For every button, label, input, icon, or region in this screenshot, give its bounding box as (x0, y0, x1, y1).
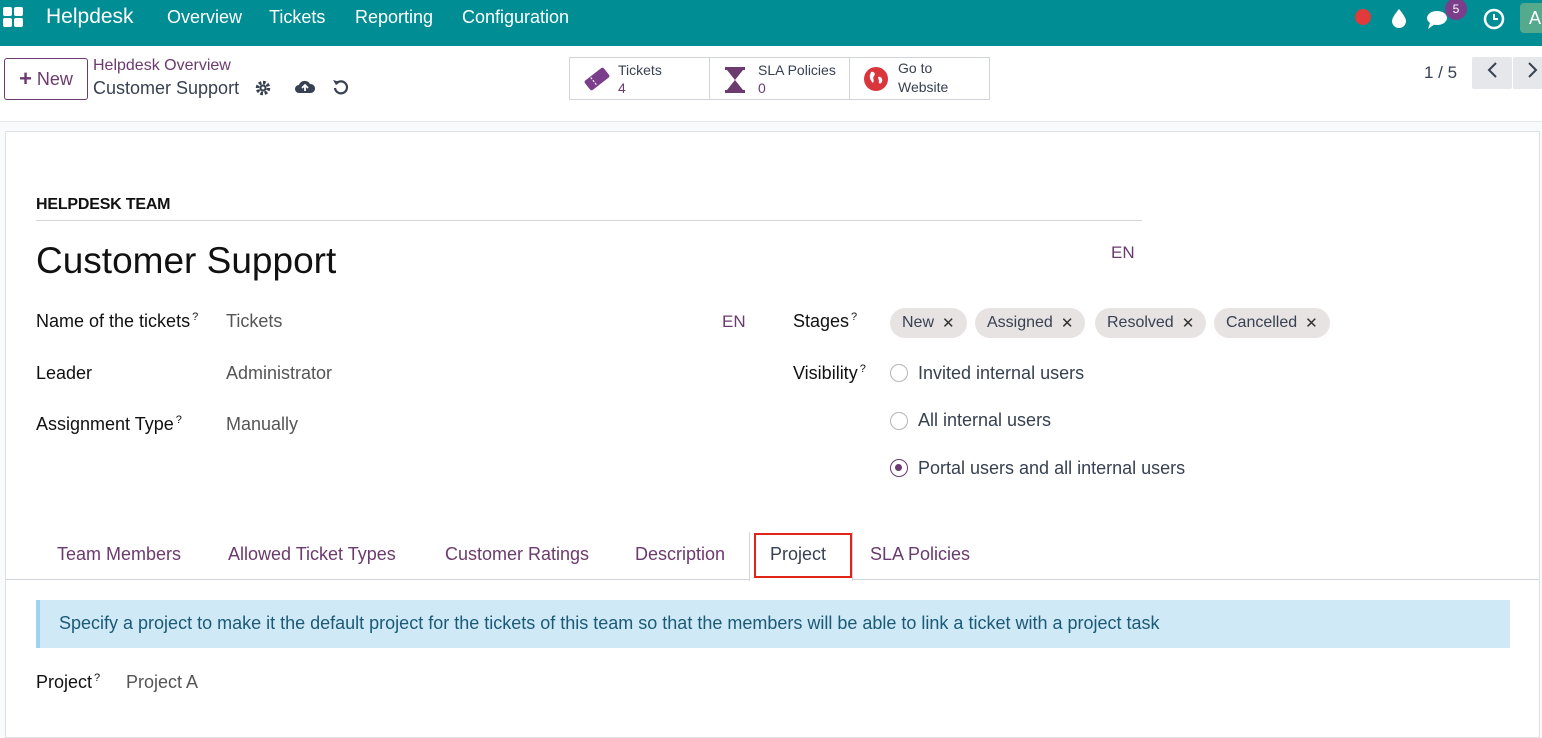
chevron-right-icon (1527, 61, 1539, 85)
smart-button-sla-label: SLA Policies (758, 62, 836, 78)
team-name-field[interactable]: Customer Support (36, 240, 336, 282)
help-tooltip-icon[interactable]: ? (851, 311, 857, 323)
drop-icon[interactable] (1390, 8, 1408, 32)
tab-team-members[interactable]: Team Members (57, 544, 181, 565)
gear-icon[interactable] (254, 79, 272, 102)
smart-button-tickets[interactable]: Tickets 4 (569, 57, 710, 100)
smart-button-tickets-count: 4 (618, 80, 626, 96)
chat-count-badge: 5 (1445, 0, 1467, 20)
new-button-label: New (36, 68, 73, 89)
save-cloud-icon[interactable] (294, 78, 316, 101)
new-button[interactable]: + New (4, 58, 88, 100)
help-tooltip-icon[interactable]: ? (860, 363, 866, 375)
control-panel: + New Helpdesk Overview Customer Support… (0, 46, 1542, 122)
ticket-icon (583, 66, 611, 97)
form-sheet: HELPDESK TEAM Customer Support EN Name o… (5, 131, 1540, 738)
smart-button-sla-policies[interactable]: SLA Policies 0 (709, 57, 850, 100)
notebook-tabs: Team Members Allowed Ticket Types Custom… (6, 532, 1539, 581)
top-navbar: Helpdesk Overview Tickets Reporting Conf… (0, 0, 1542, 46)
smart-button-tickets-label: Tickets (618, 62, 662, 78)
smart-button-website-line1: Go to (898, 60, 933, 76)
pager-value[interactable]: 1 / 5 (1424, 63, 1457, 83)
menu-tickets[interactable]: Tickets (269, 7, 325, 28)
section-label-helpdesk-team: HELPDESK TEAM (36, 196, 171, 213)
record-indicator-icon[interactable] (1355, 9, 1371, 25)
smart-button-sla-count: 0 (758, 80, 766, 96)
assignment-type-label: Assignment Type? (36, 414, 182, 434)
remove-tag-icon[interactable]: ✕ (942, 314, 955, 332)
help-tooltip-icon[interactable]: ? (94, 672, 100, 684)
help-tooltip-icon[interactable]: ? (176, 414, 182, 426)
stage-tag-cancelled: Cancelled ✕ (1214, 308, 1330, 338)
visibility-radio-portal[interactable] (890, 459, 908, 477)
smart-button-website-line2: Website (898, 79, 949, 95)
visibility-label: Visibility? (793, 363, 866, 383)
menu-overview[interactable]: Overview (167, 7, 242, 28)
title-language-button[interactable]: EN (1111, 243, 1135, 263)
stages-label: Stages? (793, 311, 858, 331)
tab-description[interactable]: Description (635, 544, 725, 565)
pager-previous-button[interactable] (1472, 57, 1512, 89)
remove-tag-icon[interactable]: ✕ (1305, 314, 1318, 332)
stage-tag-assigned: Assigned ✕ (975, 308, 1086, 338)
breadcrumb-parent[interactable]: Helpdesk Overview (93, 57, 231, 75)
menu-reporting[interactable]: Reporting (355, 7, 433, 28)
project-field[interactable]: Project A (126, 672, 198, 693)
breadcrumb-current: Customer Support (93, 78, 240, 98)
tab-customer-ratings[interactable]: Customer Ratings (445, 544, 589, 565)
visibility-option-portal[interactable]: Portal users and all internal users (918, 458, 1185, 479)
hourglass-icon (723, 66, 747, 99)
leader-field[interactable]: Administrator (226, 363, 332, 384)
name-of-tickets-label: Name of the tickets? (36, 311, 199, 331)
info-alert-text: Specify a project to make it the default… (59, 613, 1160, 633)
globe-icon (863, 66, 889, 97)
menu-configuration[interactable]: Configuration (462, 7, 569, 28)
pager-next-button[interactable] (1513, 57, 1542, 89)
name-of-tickets-field[interactable]: Tickets (226, 311, 282, 332)
visibility-radio-invited[interactable] (890, 364, 908, 382)
chevron-left-icon (1486, 61, 1498, 85)
tab-allowed-ticket-types[interactable]: Allowed Ticket Types (228, 544, 396, 565)
remove-tag-icon[interactable]: ✕ (1182, 314, 1195, 332)
stage-tag-resolved: Resolved ✕ (1095, 308, 1207, 338)
stage-tag-new: New ✕ (890, 308, 967, 338)
visibility-radio-all-internal[interactable] (890, 412, 908, 430)
plus-icon: + (19, 66, 32, 91)
tab-sla-policies[interactable]: SLA Policies (870, 544, 970, 565)
name-language-button[interactable]: EN (722, 312, 746, 332)
info-alert: Specify a project to make it the default… (36, 600, 1510, 648)
user-avatar[interactable]: A (1520, 3, 1542, 33)
clock-icon[interactable] (1483, 8, 1505, 34)
apps-grid-icon[interactable] (3, 7, 23, 27)
leader-label: Leader (36, 363, 93, 383)
project-label: Project? (36, 672, 101, 692)
assignment-type-field[interactable]: Manually (226, 414, 298, 435)
smart-button-go-to-website[interactable]: Go to Website (849, 57, 990, 100)
app-brand[interactable]: Helpdesk (46, 5, 134, 29)
discard-undo-icon[interactable] (332, 78, 350, 101)
highlight-box (754, 533, 852, 578)
section-divider (36, 220, 1142, 221)
visibility-option-all-internal[interactable]: All internal users (918, 410, 1051, 431)
remove-tag-icon[interactable]: ✕ (1061, 314, 1074, 332)
visibility-option-invited[interactable]: Invited internal users (918, 363, 1084, 384)
help-tooltip-icon[interactable]: ? (192, 311, 198, 323)
